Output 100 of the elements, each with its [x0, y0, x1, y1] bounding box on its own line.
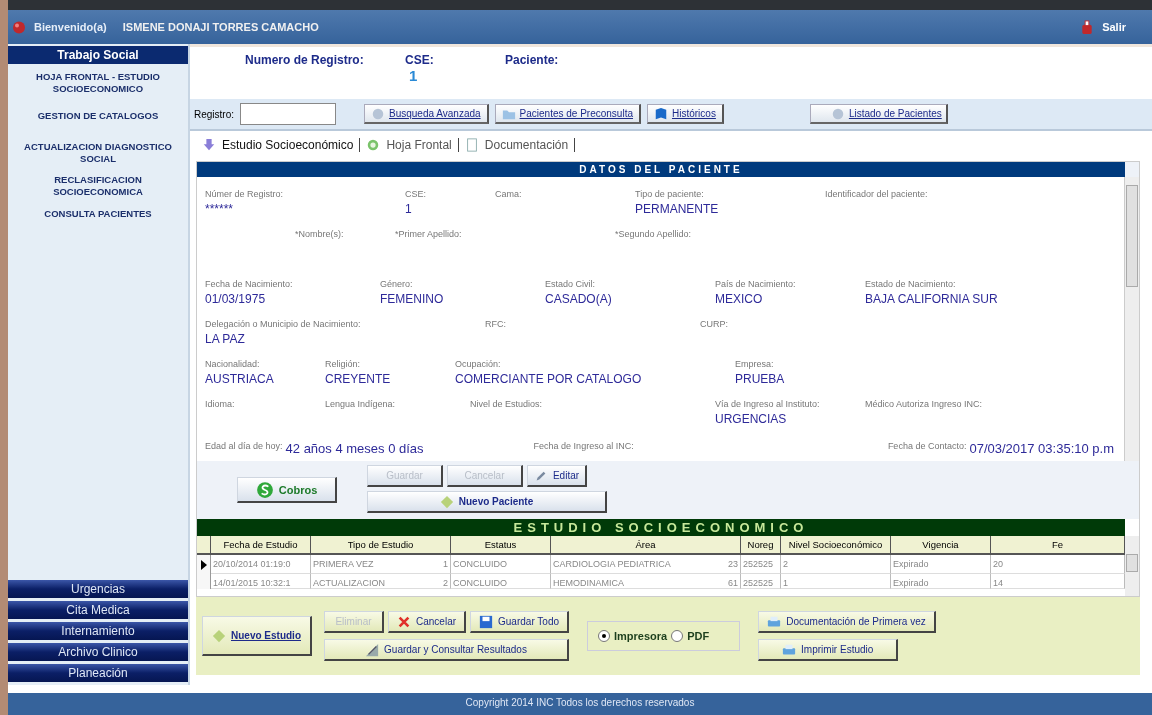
- cancel-button[interactable]: Cancelar: [388, 611, 467, 633]
- new-patient-button[interactable]: Nuevo Paciente: [367, 491, 607, 513]
- sidebar-item[interactable]: ACTUALIZACION DIAGNOSTICO SOCIAL: [8, 137, 188, 168]
- circle-icon: [371, 106, 385, 121]
- module-button[interactable]: Planeación: [8, 664, 188, 682]
- module-button[interactable]: Urgencias: [8, 580, 188, 598]
- field-label: Idioma:: [205, 399, 235, 409]
- table-cell: 2: [781, 555, 891, 574]
- logout-link[interactable]: Salir: [1102, 21, 1126, 33]
- column-header[interactable]: Nivel Socioeconómico: [781, 536, 891, 555]
- save-and-view-button[interactable]: Guardar y Consultar Resultados: [324, 639, 569, 661]
- module-button[interactable]: Archivo Clinico: [8, 643, 188, 661]
- section-title: DATOS DEL PACIENTE: [197, 162, 1125, 177]
- sidebar-item[interactable]: GESTION DE CATALOGOS: [8, 101, 188, 134]
- field-label: CURP:: [700, 319, 728, 329]
- registro-label: Registro:: [194, 108, 234, 120]
- cse-value: 1: [408, 67, 419, 84]
- table-cell: 252525: [741, 555, 781, 574]
- field-label: Fecha de Contacto:: [887, 441, 967, 451]
- save-icon: [479, 614, 494, 629]
- circle-icon: [830, 106, 845, 121]
- field-label: Nacionalidad:: [205, 359, 260, 369]
- field-label: Identificador del paciente:: [825, 189, 928, 199]
- diamond-icon: [212, 628, 226, 643]
- field-label: Empresa:: [735, 359, 774, 369]
- cobros-button[interactable]: Cobros: [237, 477, 337, 503]
- new-study-button[interactable]: Nuevo Estudio: [202, 616, 312, 656]
- toolbar-button[interactable]: Históricos: [647, 104, 724, 124]
- save-all-button[interactable]: Guardar Todo: [470, 611, 569, 633]
- toolbar-button[interactable]: Busqueda Avanzada: [364, 104, 489, 124]
- field-label: Fecha de Nacimiento:: [205, 279, 293, 289]
- logo-icon: [12, 19, 26, 35]
- field-label: Tipo de paciente:: [635, 189, 704, 199]
- field-value: CASADO(A): [545, 292, 612, 306]
- field-value: COMERCIANTE POR CATALOGO: [455, 372, 642, 386]
- table-cell: 1: [781, 574, 891, 589]
- column-header[interactable]: Noreg: [741, 536, 781, 555]
- scrollbar[interactable]: [1125, 536, 1139, 596]
- field-value: LA PAZ: [205, 332, 245, 346]
- sidebar-item[interactable]: HOJA FRONTAL - ESTUDIO SOCIOECONOMICO: [8, 68, 188, 98]
- field-value: AUSTRIACA: [205, 372, 274, 386]
- tab[interactable]: Hoja Frontal: [360, 138, 459, 152]
- diamond-icon: [439, 494, 454, 509]
- column-header[interactable]: Vigencia: [891, 536, 991, 555]
- table-cell: 14: [991, 574, 1125, 589]
- table-cell-text: ACTUALIZACION: [313, 577, 385, 588]
- field-label: *Segundo Apellido:: [615, 229, 692, 239]
- radio-option[interactable]: PDF: [671, 630, 710, 642]
- documentation-button[interactable]: Documentación de Primera vez: [758, 611, 936, 633]
- registro-field[interactable]: [240, 103, 336, 125]
- edit-button[interactable]: Editar: [527, 465, 587, 487]
- row-selector[interactable]: [197, 555, 211, 574]
- scrollbar[interactable]: [1124, 177, 1139, 461]
- column-header[interactable]: Fe: [991, 536, 1125, 555]
- field-label: Cama:: [495, 189, 522, 199]
- print-button[interactable]: Imprimir Estudio: [758, 639, 899, 661]
- welcome-text: Bienvenido(a): [34, 21, 107, 33]
- field-value: ******: [205, 202, 234, 216]
- table-cell-text: HEMODINAMICA: [553, 577, 624, 588]
- close-icon: [397, 614, 411, 629]
- table-cell: 14/01/2015 10:32:1: [211, 574, 311, 589]
- field-label: País de Nacimiento:: [715, 279, 796, 289]
- field-label: Númer de Registro:: [205, 189, 284, 199]
- field-label: Estado Civil:: [545, 279, 596, 289]
- toolbar-button[interactable]: Pacientes de Preconsulta: [494, 104, 641, 124]
- field-label: Médico Autoriza Ingreso INC:: [865, 399, 983, 409]
- field-value: 1: [405, 202, 412, 216]
- field-label: Ocupación:: [455, 359, 501, 369]
- field-label: Vía de Ingreso al Instituto:: [715, 399, 820, 409]
- table-cell: Expirado: [891, 574, 991, 589]
- table-cell-text: CARDIOLOGIA PEDIATRICA: [553, 558, 671, 571]
- user-name: ISMENE DONAJI TORRES CAMACHO: [122, 21, 319, 33]
- field-label: Género:: [380, 279, 413, 289]
- field-label: *Primer Apellido:: [395, 229, 462, 239]
- printer-icon: [767, 614, 782, 629]
- field-label: RFC:: [485, 319, 506, 329]
- field-label: Edad al día de hoy:: [205, 441, 283, 451]
- tab[interactable]: Documentación: [458, 138, 576, 152]
- field-value: PRUEBA: [735, 372, 785, 386]
- module-button[interactable]: Internamiento: [8, 622, 188, 640]
- cse-label: CSE:: [405, 53, 435, 67]
- module-button[interactable]: Cita Medica: [8, 601, 188, 619]
- field-value: 42 años 4 meses 0 días: [285, 441, 424, 456]
- column-header[interactable]: Tipo de Estudio: [311, 536, 451, 555]
- field-label: Estado de Nacimiento:: [865, 279, 956, 289]
- column-header[interactable]: Fecha de Estudio: [211, 536, 311, 555]
- down-arrow-icon: [202, 138, 216, 152]
- triangle-ruler-icon: [365, 642, 380, 657]
- field-label: Delegación o Municipio de Nacimiento:: [205, 319, 361, 329]
- radio-option[interactable]: Impresora: [598, 630, 668, 642]
- column-header[interactable]: Área: [551, 536, 741, 555]
- sidebar-item[interactable]: CONSULTA PACIENTES: [8, 205, 188, 223]
- tab[interactable]: Estudio Socioeconómico: [196, 138, 361, 152]
- column-header[interactable]: Estatus: [451, 536, 551, 555]
- copyright-text: Copyright 2014 INC Todos los derechos reservados: [465, 697, 695, 708]
- book-icon: [654, 106, 668, 121]
- sidebar-item[interactable]: RECLASIFICACION SOCIOECONOMICA: [8, 171, 188, 202]
- table-cell: CONCLUIDO: [451, 574, 551, 589]
- toolbar-button[interactable]: Listado de Pacientes: [809, 104, 948, 124]
- exit-icon: [1080, 19, 1095, 35]
